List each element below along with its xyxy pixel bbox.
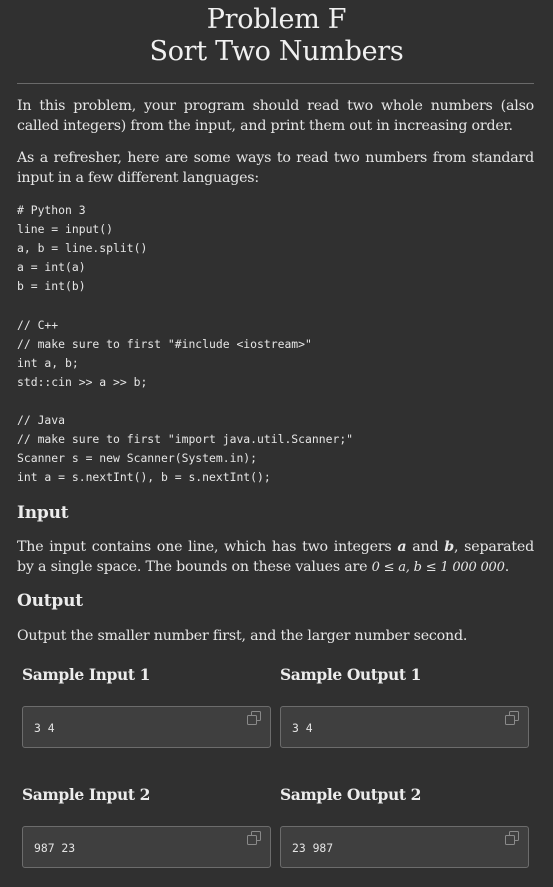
input-text-end: .: [504, 558, 510, 575]
sample-output-1-box[interactable]: 3 4: [280, 706, 529, 748]
intro-paragraph-2: As a refresher, here are some ways to re…: [17, 150, 534, 186]
sample-input-1-label: Sample Input 1: [22, 665, 150, 684]
copy-icon[interactable]: [247, 711, 261, 725]
output-description: Output the smaller number first, and the…: [17, 628, 468, 644]
code-line: std::cin >> a >> b;: [17, 374, 148, 389]
copy-icon[interactable]: [247, 831, 261, 845]
code-line: int a, b;: [17, 355, 79, 370]
sample-input-2-box[interactable]: 987 23: [22, 826, 271, 868]
problem-letter: Problem F: [206, 4, 347, 35]
code-snippet: # Python 3 line = input() a, b = line.spli…: [17, 201, 534, 487]
code-line: // C++: [17, 317, 59, 332]
code-line: a, b = line.split(): [17, 241, 148, 256]
var-b: b: [444, 539, 454, 555]
code-line: // make sure to first "#include <iostrea…: [17, 336, 312, 351]
problem-title: Problem F Sort Two Numbers: [0, 0, 553, 68]
sample-output-1-label: Sample Output 1: [280, 665, 422, 684]
sample-input-1-value[interactable]: 3 4: [34, 721, 55, 735]
input-description: The input contains one line, which has t…: [17, 538, 534, 577]
problem-page: Problem F Sort Two Numbers In this probl…: [0, 0, 553, 868]
code-line: int a = s.nextInt(), b = s.nextInt();: [17, 470, 271, 485]
copy-icon[interactable]: [505, 711, 519, 725]
sample-input-2-label: Sample Input 2: [22, 785, 150, 804]
sample-input-1-box[interactable]: 3 4: [22, 706, 271, 748]
code-line: a = int(a): [17, 260, 86, 275]
sample-output-2-value[interactable]: 23 987: [292, 841, 333, 855]
sample-input-2-value[interactable]: 987 23: [34, 841, 75, 855]
input-text-before: The input contains one line, which has t…: [17, 539, 398, 555]
sample-output-2-box[interactable]: 23 987: [280, 826, 529, 868]
sample-output-1-value[interactable]: 3 4: [292, 721, 313, 735]
code-line: line = input(): [17, 222, 114, 237]
code-line: b = int(b): [17, 279, 86, 294]
input-text-and: and: [406, 539, 445, 555]
copy-icon[interactable]: [505, 831, 519, 845]
intro-paragraph-1: In this problem, your program should rea…: [17, 98, 534, 134]
input-bounds: 0 ≤ a, b ≤ 1 000 000: [371, 559, 505, 575]
code-line: // make sure to first "import java.util.…: [17, 432, 354, 447]
code-line: Scanner s = new Scanner(System.in);: [17, 451, 258, 466]
input-heading: Input: [17, 503, 69, 523]
title-divider: [17, 83, 534, 84]
sample-output-2-label: Sample Output 2: [280, 785, 422, 804]
problem-name: Sort Two Numbers: [149, 36, 404, 67]
code-line: // Java: [17, 413, 66, 428]
output-heading: Output: [17, 591, 83, 611]
code-line: # Python 3: [17, 203, 86, 217]
